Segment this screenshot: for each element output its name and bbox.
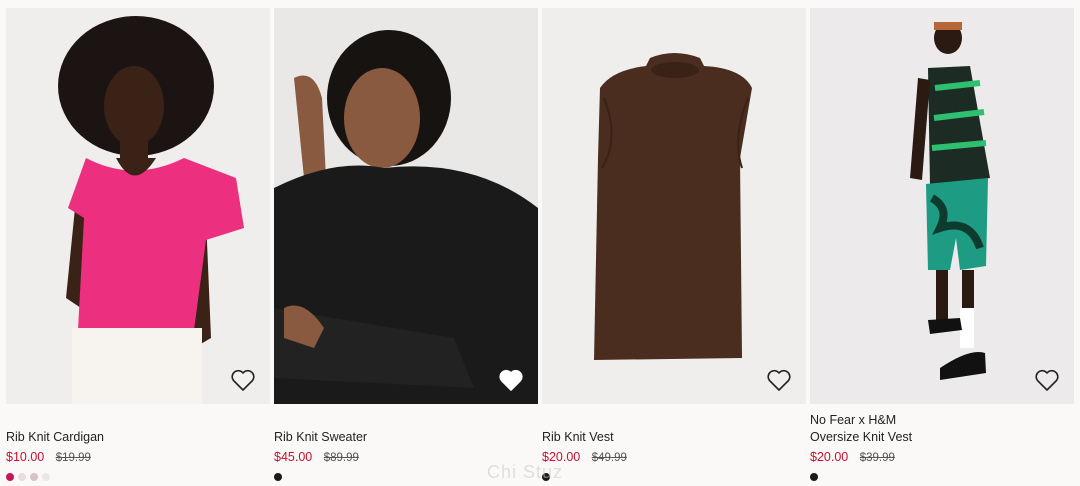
product-info: Rib Knit Vest $20.00 $49.99 (542, 404, 806, 483)
product-info: Rib Knit Cardigan $10.00 $19.99 (6, 404, 270, 483)
product-card[interactable]: Rib Knit Vest $20.00 $49.99 (542, 8, 806, 483)
sale-price: $45.00 (274, 450, 313, 464)
product-image[interactable] (6, 8, 270, 404)
product-name[interactable]: Rib Knit Vest (542, 429, 806, 446)
product-brand (6, 412, 270, 429)
product-brand[interactable]: No Fear x H&M (810, 412, 1074, 429)
color-swatches (810, 473, 1074, 483)
wishlist-heart-icon[interactable] (1034, 368, 1060, 392)
watermark: Chi Stuz (487, 462, 564, 482)
color-swatch[interactable] (42, 473, 50, 481)
product-name[interactable]: Rib Knit Sweater (274, 429, 538, 446)
product-prices: $20.00 $49.99 (542, 448, 806, 467)
product-card[interactable]: Rib Knit Sweater $45.00 $89.99 (274, 8, 538, 483)
product-card[interactable]: No Fear x H&M Oversize Knit Vest $20.00 … (810, 8, 1074, 483)
product-brand (542, 412, 806, 429)
product-name[interactable]: Rib Knit Cardigan (6, 429, 270, 446)
product-image[interactable] (810, 8, 1074, 404)
product-brand (274, 412, 538, 429)
color-swatch[interactable] (6, 473, 14, 481)
product-prices: $10.00 $19.99 (6, 448, 270, 467)
sale-price: $20.00 (810, 450, 849, 464)
color-swatch[interactable] (30, 473, 38, 481)
product-card[interactable]: Rib Knit Cardigan $10.00 $19.99 (6, 8, 270, 483)
wishlist-heart-icon[interactable] (766, 368, 792, 392)
product-prices: $20.00 $39.99 (810, 448, 1074, 467)
wishlist-heart-icon[interactable] (230, 368, 256, 392)
product-info: No Fear x H&M Oversize Knit Vest $20.00 … (810, 404, 1074, 483)
original-price: $89.99 (323, 452, 359, 464)
original-price: $19.99 (55, 452, 91, 464)
original-price: $39.99 (859, 452, 895, 464)
product-image[interactable] (274, 8, 538, 404)
color-swatches (542, 473, 806, 483)
original-price: $49.99 (591, 452, 627, 464)
color-swatches (6, 473, 270, 483)
color-swatch[interactable] (810, 473, 818, 481)
color-swatch[interactable] (18, 473, 26, 481)
product-name[interactable]: Oversize Knit Vest (810, 429, 1074, 446)
color-swatch[interactable] (274, 473, 282, 481)
product-image[interactable] (542, 8, 806, 404)
sale-price: $10.00 (6, 450, 45, 464)
product-grid: Rib Knit Cardigan $10.00 $19.99 Rib Knit… (6, 8, 1074, 483)
wishlist-heart-icon[interactable] (498, 368, 524, 392)
